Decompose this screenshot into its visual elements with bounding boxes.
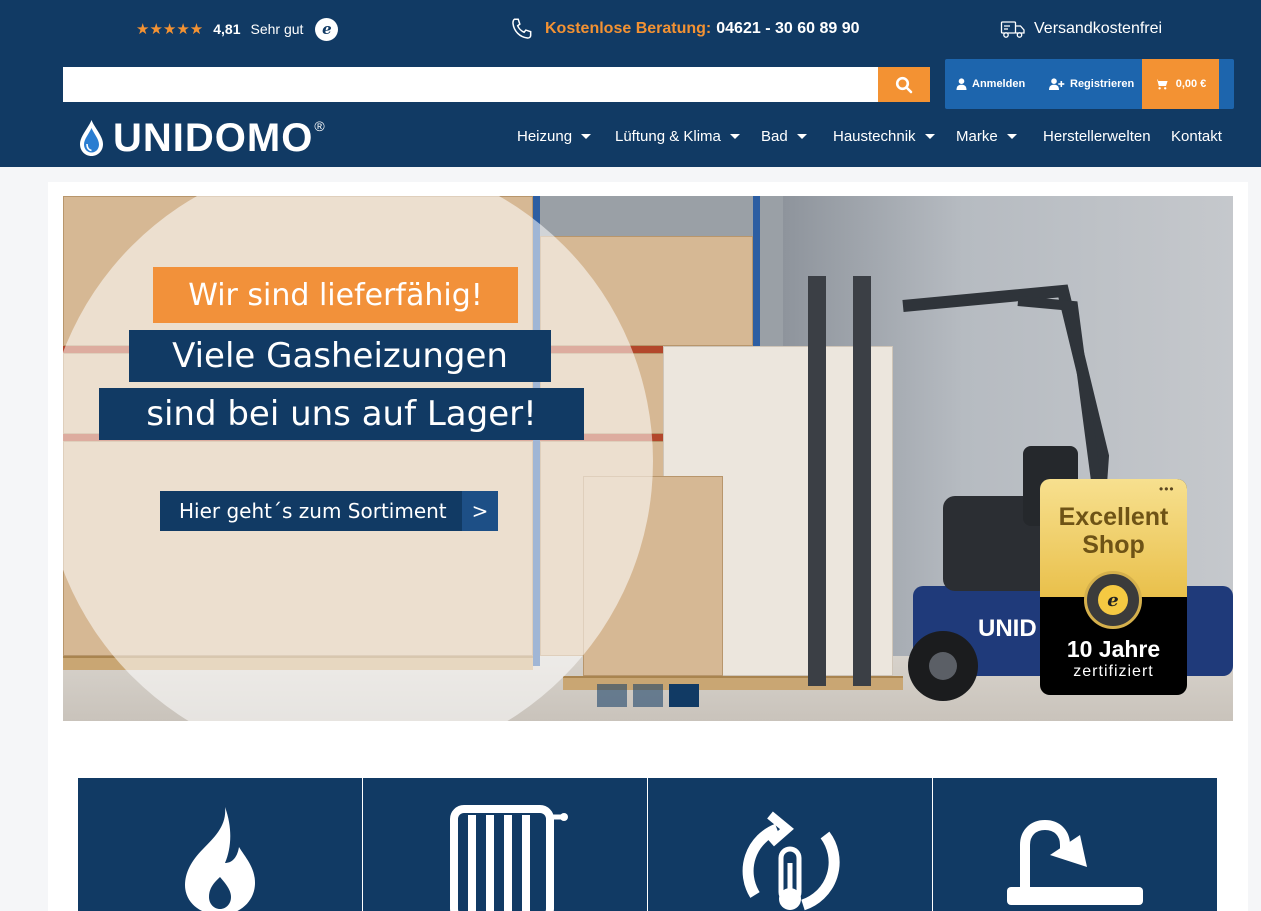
- caret-down-icon: [729, 134, 740, 139]
- nav-item-marke[interactable]: Marke: [956, 128, 1017, 145]
- trust-badge-title: Excellent Shop: [1058, 503, 1169, 559]
- caret-down-icon: [796, 134, 807, 139]
- hero-subline-2: sind bei uns auf Lager!: [99, 388, 584, 440]
- caret-down-icon: [1006, 134, 1017, 139]
- forklift-brand-text: UNID: [978, 615, 1037, 642]
- registered-mark: ®: [314, 118, 325, 134]
- search-input[interactable]: [63, 67, 878, 102]
- hero-cta-label: Hier geht´s zum Sortiment: [179, 499, 447, 523]
- trust-badge-years: 10 Jahre: [1066, 636, 1161, 662]
- phone-consultation[interactable]: Kostenlose Beratung: 04621 - 30 60 89 90: [509, 16, 859, 42]
- trusted-shops-seal-icon: e: [1084, 571, 1142, 629]
- category-tile-bad[interactable]: [933, 778, 1217, 911]
- nav-label: Bad: [761, 128, 788, 145]
- water-drop-icon: [80, 120, 103, 156]
- login-button[interactable]: Anmelden: [956, 59, 1025, 109]
- radiator-icon: [450, 805, 568, 911]
- nav-item-herstellerwelten[interactable]: Herstellerwelten: [1043, 128, 1151, 145]
- category-tile-climate[interactable]: [648, 778, 932, 911]
- trust-seal-letter: e: [1098, 585, 1128, 615]
- nav-label: Herstellerwelten: [1043, 128, 1151, 145]
- slider-dot-1[interactable]: [597, 684, 627, 707]
- free-shipping-label: Versandkostenfrei: [1034, 20, 1163, 37]
- thermostat-cycle-icon: [742, 811, 840, 911]
- trusted-shops-icon: e: [315, 17, 339, 41]
- site-logo[interactable]: UNIDOMO ®: [78, 116, 325, 160]
- trust-badge-certified: zertifiziert: [1073, 663, 1154, 680]
- nav-label: Marke: [956, 128, 998, 145]
- hero-headline: Wir sind lieferfähig!: [153, 267, 518, 323]
- delivery-truck-icon: [1000, 21, 1025, 38]
- nav-item-lueftung-klima[interactable]: Lüftung & Klima: [615, 128, 740, 145]
- flame-icon: [185, 807, 255, 911]
- add-user-icon: [1049, 78, 1065, 90]
- login-label: Anmelden: [972, 78, 1026, 90]
- caret-down-icon: [581, 134, 592, 139]
- bathtub-shower-icon: [1007, 819, 1143, 905]
- nav-label: Haustechnik: [833, 128, 916, 145]
- nav-item-bad[interactable]: Bad: [761, 128, 807, 145]
- nav-item-haustechnik[interactable]: Haustechnik: [833, 128, 935, 145]
- hero-cta-button[interactable]: Hier geht´s zum Sortiment >: [160, 491, 498, 531]
- rating-label: Sehr gut: [250, 21, 304, 37]
- more-options-icon[interactable]: •••: [1159, 482, 1175, 496]
- nav-item-kontakt[interactable]: Kontakt: [1171, 128, 1222, 145]
- cart-button[interactable]: 0,00 €: [1142, 59, 1219, 109]
- slider-dot-3[interactable]: [669, 684, 699, 707]
- brand-name: UNIDOMO: [113, 116, 314, 160]
- trusted-shops-badge[interactable]: ••• Excellent Shop e 10 Jahre zertifizie…: [1040, 479, 1187, 695]
- account-bar: Anmelden Registrieren 0,00 €: [945, 59, 1234, 109]
- hero-subline-1: Viele Gasheizungen: [129, 330, 551, 382]
- nav-item-heizung[interactable]: Heizung: [517, 128, 592, 145]
- phone-label: Kostenlose Beratung:: [545, 20, 712, 37]
- register-label: Registrieren: [1070, 78, 1135, 90]
- cart-total: 0,00 €: [1175, 78, 1207, 90]
- nav-label: Heizung: [517, 128, 573, 145]
- shopping-cart-icon: [1154, 79, 1168, 89]
- caret-down-icon: [924, 134, 935, 139]
- category-tile-radiator[interactable]: [363, 778, 647, 911]
- slider-dot-2[interactable]: [633, 684, 663, 707]
- free-shipping-notice: Versandkostenfrei: [1000, 17, 1162, 41]
- chevron-right-icon: >: [462, 491, 498, 531]
- rating-score: 4,81: [213, 21, 241, 37]
- category-tile-heizung[interactable]: [78, 778, 362, 911]
- search-icon: [895, 76, 913, 93]
- nav-label: Lüftung & Klima: [615, 128, 721, 145]
- register-button[interactable]: Registrieren: [1048, 59, 1134, 109]
- rating-stars: ★★★★★: [136, 20, 204, 38]
- trusted-shops-rating[interactable]: ★★★★★ 4,81 Sehr gut e: [136, 17, 339, 41]
- site-header: ★★★★★ 4,81 Sehr gut e Kostenlose Beratun…: [0, 0, 1261, 167]
- user-icon: [956, 78, 967, 90]
- phone-icon: [512, 18, 532, 39]
- phone-number[interactable]: 04621 - 30 60 89 90: [716, 20, 859, 38]
- search-button[interactable]: [878, 67, 930, 102]
- nav-label: Kontakt: [1171, 128, 1222, 145]
